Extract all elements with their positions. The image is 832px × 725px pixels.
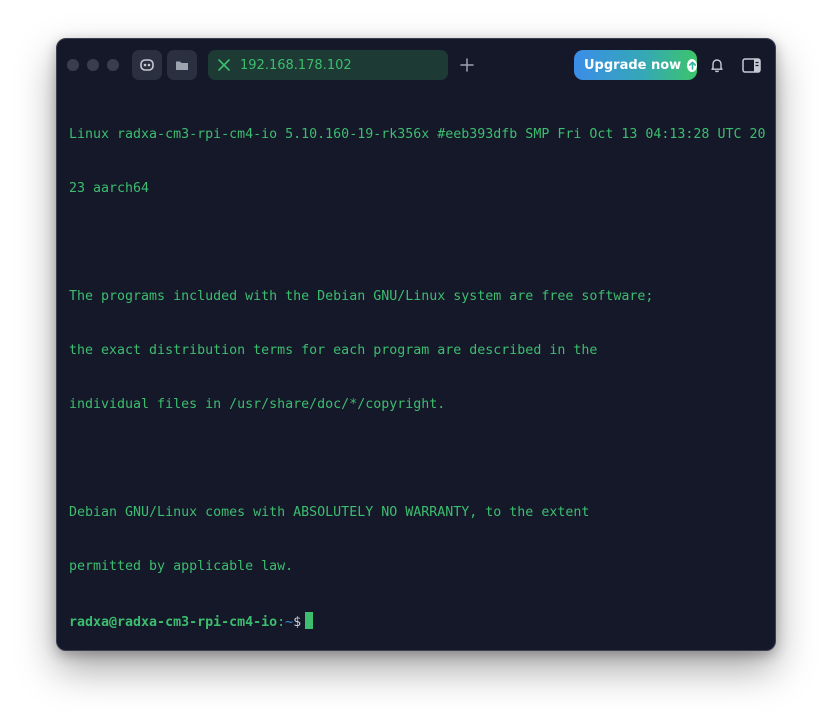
- notifications-button[interactable]: [707, 55, 727, 75]
- maximize-window-button[interactable]: [107, 59, 119, 71]
- upgrade-now-button[interactable]: Upgrade now: [574, 50, 697, 80]
- terminal-line: 23 aarch64: [69, 181, 150, 196]
- terminal-line: Debian GNU/Linux comes with ABSOLUTELY N…: [69, 505, 590, 520]
- close-window-button[interactable]: [67, 59, 79, 71]
- terminal-window: 192.168.178.102 Upgrade now Linux radxa-…: [56, 38, 776, 651]
- upgrade-label: Upgrade now: [584, 57, 682, 73]
- minimize-window-button[interactable]: [87, 59, 99, 71]
- folder-icon: [176, 61, 188, 70]
- prompt-symbol: $: [293, 615, 302, 630]
- title-bar: 192.168.178.102 Upgrade now: [57, 39, 775, 91]
- terminal-line: The programs included with the Debian GN…: [69, 289, 654, 304]
- tab-session[interactable]: 192.168.178.102: [208, 50, 448, 80]
- arrow-up-circle-icon: [687, 58, 697, 72]
- plus-icon: [460, 58, 474, 72]
- prompt-separator: :: [277, 615, 286, 630]
- terminal-line: Linux radxa-cm3-rpi-cm4-io 5.10.160-19-r…: [69, 127, 766, 142]
- prompt-user-host: radxa@radxa-cm3-rpi-cm4-io: [69, 615, 278, 630]
- terminal-output[interactable]: Linux radxa-cm3-rpi-cm4-io 5.10.160-19-r…: [69, 90, 769, 650]
- terminal-line: permitted by applicable law.: [69, 559, 294, 574]
- x-icon: [218, 59, 230, 71]
- shell-prompt[interactable]: radxa@radxa-cm3-rpi-cm4-io:~$: [69, 612, 769, 630]
- ai-assistant-icon: [140, 59, 154, 71]
- ai-assistant-button[interactable]: [132, 50, 162, 80]
- new-tab-button[interactable]: [457, 55, 477, 75]
- sidebar-panel-icon: [741, 57, 761, 73]
- text-cursor: [305, 612, 314, 629]
- toggle-panel-button[interactable]: [741, 55, 761, 75]
- sftp-button[interactable]: [167, 50, 197, 80]
- terminal-line: individual files in /usr/share/doc/*/cop…: [69, 397, 446, 412]
- tab-close-button[interactable]: [216, 57, 232, 73]
- tab-label: 192.168.178.102: [240, 57, 352, 73]
- bell-icon: [711, 59, 723, 73]
- terminal-line: the exact distribution terms for each pr…: [69, 343, 598, 358]
- prompt-path: ~: [285, 615, 294, 630]
